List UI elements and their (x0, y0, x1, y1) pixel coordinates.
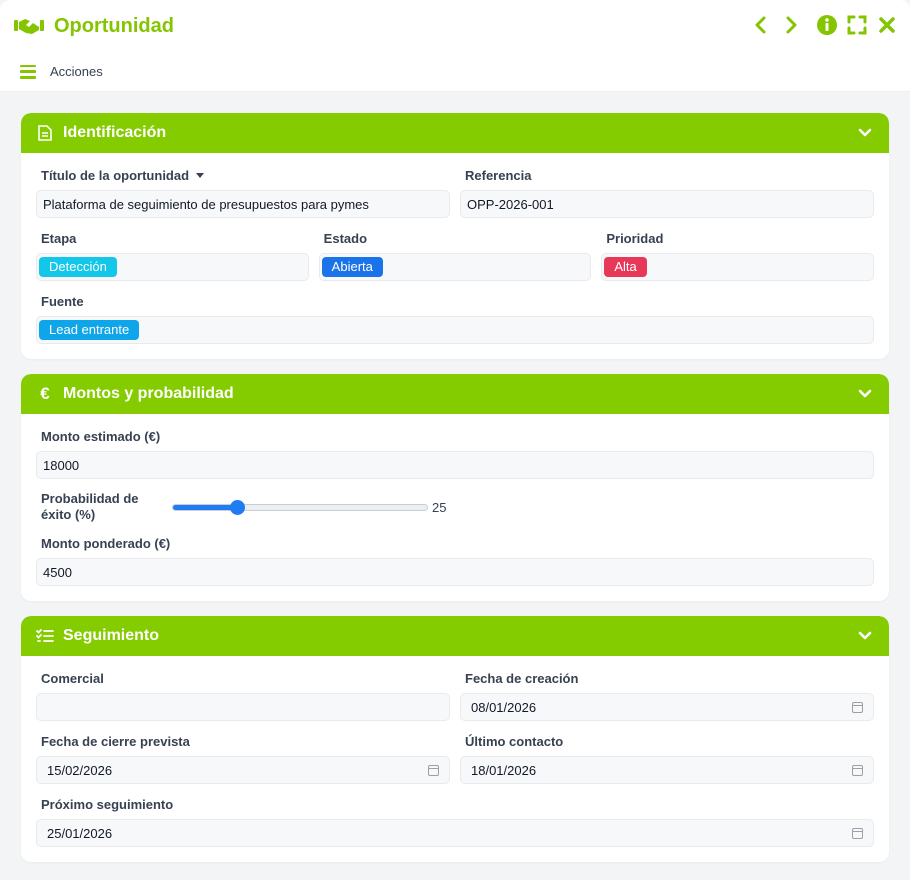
proximo-date-value: 25/01/2026 (47, 825, 113, 841)
checklist-icon (35, 626, 55, 646)
titulo-label: Título de la oportunidad (41, 168, 190, 183)
cierre-date-input[interactable]: 15/02/2026 (36, 756, 450, 784)
fuente-select[interactable]: Lead entrante (36, 316, 874, 344)
etapa-badge: Detección (39, 257, 117, 277)
proximo-date-input[interactable]: 25/01/2026 (36, 819, 874, 847)
calendar-icon[interactable] (852, 827, 863, 839)
close-icon[interactable] (876, 14, 898, 36)
montos-section: € Montos y probabilidad Monto estimado (… (21, 374, 889, 601)
probabilidad-value: 25 (432, 499, 447, 515)
section-title: Identificación (63, 124, 167, 141)
proximo-label: Próximo seguimiento (41, 797, 174, 812)
document-icon (35, 123, 55, 143)
next-icon[interactable] (780, 14, 802, 36)
etapa-select[interactable]: Detección (36, 253, 309, 281)
handshake-icon (14, 15, 44, 37)
titulo-input[interactable]: Plataforma de seguimiento de presupuesto… (36, 190, 450, 218)
section-title: Montos y probabilidad (63, 385, 234, 402)
info-icon[interactable] (816, 14, 838, 36)
identificacion-header[interactable]: Identificación (21, 113, 889, 153)
actions-bar: Acciones (0, 52, 910, 92)
monto-input[interactable]: 18000 (36, 451, 874, 479)
estado-badge: Abierta (321, 257, 383, 277)
contacto-date-input[interactable]: 18/01/2026 (460, 756, 874, 784)
slider-fill (173, 504, 237, 510)
calendar-icon[interactable] (852, 764, 863, 776)
seguimiento-header[interactable]: Seguimiento (21, 616, 889, 656)
prioridad-badge: Alta (604, 257, 647, 277)
comercial-label: Comercial (41, 671, 104, 686)
etapa-label: Etapa (41, 231, 77, 246)
actions-menu[interactable]: Acciones (50, 64, 103, 79)
euro-icon: € (40, 384, 50, 403)
form-content: Identificación Título de la oportunidad … (0, 92, 910, 880)
prioridad-select[interactable]: Alta (601, 253, 875, 281)
fuente-badge: Lead entrante (39, 320, 140, 340)
calendar-icon[interactable] (428, 764, 439, 776)
opportunity-window: Oportunidad Acciones Identificación Títu… (0, 0, 910, 880)
comercial-input[interactable] (36, 693, 450, 721)
probabilidad-label: Probabilidad de éxito (%) (41, 491, 139, 522)
fuente-label: Fuente (41, 294, 84, 309)
estado-select[interactable]: Abierta (318, 253, 592, 281)
referencia-input[interactable]: OPP-2026-001 (460, 190, 874, 218)
creacion-date-value: 08/01/2026 (471, 699, 537, 715)
cierre-date-value: 15/02/2026 (47, 762, 113, 778)
window-title: Oportunidad (54, 14, 174, 37)
probabilidad-slider[interactable] (172, 499, 428, 515)
identificacion-section: Identificación Título de la oportunidad … (21, 113, 889, 359)
contacto-label: Último contacto (465, 734, 564, 749)
slider-thumb[interactable] (229, 499, 245, 515)
chevron-down-icon[interactable] (855, 626, 875, 646)
seguimiento-section: Seguimiento Comercial Fecha de creación … (21, 616, 889, 862)
title-bar: Oportunidad (0, 0, 910, 52)
monto-label: Monto estimado (€) (41, 429, 161, 444)
calendar-icon[interactable] (852, 701, 863, 713)
creacion-label: Fecha de creación (465, 671, 579, 686)
ponderado-label: Monto ponderado (€) (41, 536, 171, 551)
previous-icon[interactable] (750, 14, 772, 36)
estado-label: Estado (323, 231, 368, 246)
ponderado-input[interactable]: 4500 (36, 558, 874, 586)
hamburger-menu-icon[interactable] (20, 64, 36, 79)
contacto-date-value: 18/01/2026 (471, 762, 537, 778)
fullscreen-icon[interactable] (846, 14, 868, 36)
chevron-down-icon[interactable] (855, 384, 875, 404)
caret-down-icon[interactable] (196, 173, 205, 178)
cierre-label: Fecha de cierre prevista (41, 734, 190, 749)
chevron-down-icon[interactable] (855, 123, 875, 143)
creacion-date-input[interactable]: 08/01/2026 (460, 693, 874, 721)
prioridad-label: Prioridad (606, 231, 664, 246)
montos-header[interactable]: € Montos y probabilidad (21, 374, 889, 414)
section-title: Seguimiento (63, 627, 160, 644)
referencia-label: Referencia (465, 168, 532, 183)
window-actions (750, 14, 898, 36)
